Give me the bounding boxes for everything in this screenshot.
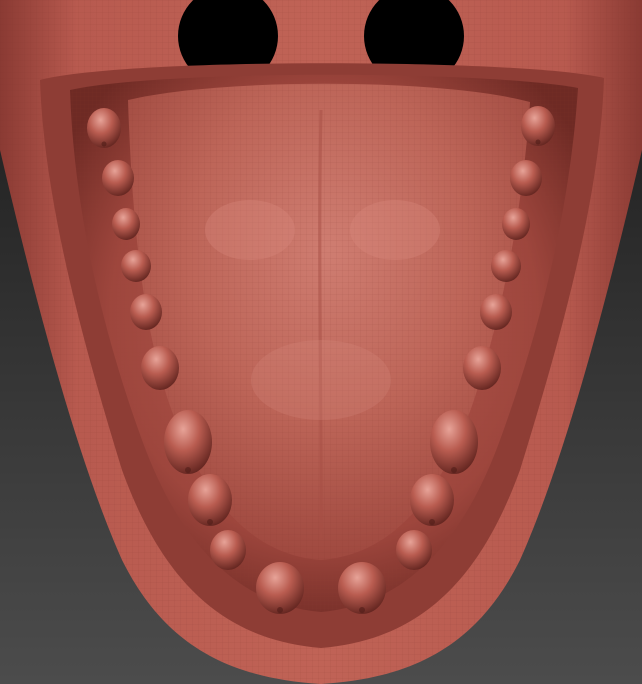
tooth bbox=[256, 562, 304, 614]
tooth bbox=[338, 562, 386, 614]
tooth bbox=[210, 530, 246, 570]
tooth bbox=[410, 474, 454, 526]
tooth bbox=[130, 294, 162, 330]
tooth bbox=[112, 208, 140, 240]
sculpt-viewport[interactable] bbox=[0, 0, 642, 684]
tooth bbox=[164, 410, 212, 474]
tooth bbox=[141, 346, 179, 390]
tooth bbox=[102, 160, 134, 196]
tooth bbox=[121, 250, 151, 282]
tooth bbox=[430, 410, 478, 474]
tooth bbox=[510, 160, 542, 196]
tooth bbox=[396, 530, 432, 570]
tooth bbox=[491, 250, 521, 282]
tongue-groove bbox=[318, 109, 323, 541]
tooth bbox=[480, 294, 512, 330]
tooth bbox=[502, 208, 530, 240]
tooth bbox=[188, 474, 232, 526]
viewport-canvas bbox=[0, 0, 642, 684]
tooth bbox=[463, 346, 501, 390]
